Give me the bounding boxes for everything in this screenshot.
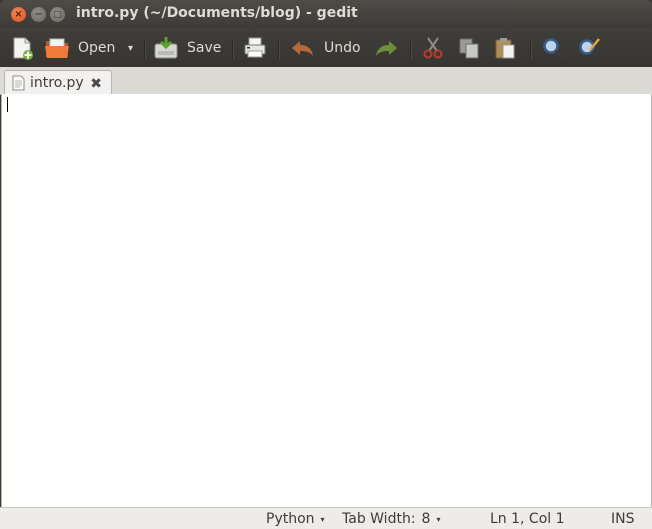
- title-bar[interactable]: × − □ intro.py (~/Documents/blog) - gedi…: [0, 0, 652, 29]
- new-document-button[interactable]: [10, 29, 34, 67]
- copy-button[interactable]: [457, 29, 481, 67]
- close-tab-icon[interactable]: ✖: [90, 76, 102, 92]
- window-title: intro.py (~/Documents/blog) - gedit: [76, 5, 358, 21]
- language-label: Python: [266, 511, 315, 527]
- undo-icon: [292, 41, 313, 56]
- redo-icon: [376, 41, 397, 56]
- toolbar-separator: [530, 38, 532, 60]
- document-tab[interactable]: intro.py ✖: [4, 70, 112, 95]
- close-window-button[interactable]: ×: [11, 7, 26, 22]
- text-file-icon: [12, 75, 25, 91]
- find-button[interactable]: [541, 29, 565, 67]
- redo-button[interactable]: [373, 29, 399, 67]
- paste-icon: [495, 38, 515, 59]
- status-bar: Python ▾ Tab Width: 8 ▾ Ln 1, Col 1 INS: [0, 507, 652, 529]
- find-replace-button[interactable]: [577, 29, 601, 67]
- print-button[interactable]: [243, 29, 267, 67]
- chevron-down-icon: ▾: [436, 514, 441, 524]
- find-icon: [543, 38, 564, 59]
- toolbar-separator: [278, 38, 280, 60]
- tab-label: intro.py: [30, 75, 84, 91]
- gedit-window: × − □ intro.py (~/Documents/blog) - gedi…: [0, 0, 652, 529]
- save-button[interactable]: Save: [153, 29, 221, 67]
- insert-mode-indicator: INS: [611, 511, 635, 527]
- toolbar-separator: [232, 38, 234, 60]
- toolbar-separator: [144, 38, 146, 60]
- close-icon: ×: [14, 9, 23, 20]
- language-selector[interactable]: Python ▾: [266, 511, 325, 527]
- toolbar: Open ▾ Save Undo: [0, 29, 652, 67]
- save-label: Save: [187, 40, 222, 56]
- open-button[interactable]: Open: [44, 29, 115, 67]
- new-document-icon: [13, 37, 33, 60]
- cut-button[interactable]: [421, 29, 445, 67]
- text-cursor: [7, 97, 8, 112]
- print-icon: [244, 37, 266, 58]
- document-tab-strip: intro.py ✖: [0, 67, 652, 95]
- copy-icon: [459, 38, 479, 59]
- minimize-window-button[interactable]: −: [31, 7, 46, 22]
- cut-icon: [423, 37, 443, 59]
- open-recent-dropdown[interactable]: ▾: [128, 29, 133, 67]
- undo-label: Undo: [324, 40, 361, 56]
- maximize-window-button[interactable]: □: [50, 7, 65, 22]
- tab-width-label: Tab Width:: [342, 511, 416, 527]
- minimize-icon: −: [34, 9, 43, 20]
- undo-button[interactable]: Undo: [290, 29, 361, 67]
- cursor-position: Ln 1, Col 1: [490, 511, 565, 527]
- maximize-icon: □: [53, 9, 62, 20]
- chevron-down-icon: ▾: [128, 42, 134, 54]
- text-editor[interactable]: [1, 94, 652, 507]
- toolbar-separator: [410, 38, 412, 60]
- tab-width-selector[interactable]: Tab Width: 8 ▾: [342, 511, 440, 527]
- tab-width-value: 8: [421, 511, 431, 527]
- save-icon: [154, 37, 178, 59]
- open-folder-icon: [45, 38, 69, 58]
- paste-button[interactable]: [493, 29, 517, 67]
- find-replace-icon: [579, 38, 600, 59]
- chevron-down-icon: ▾: [320, 514, 325, 524]
- open-label: Open: [78, 40, 116, 56]
